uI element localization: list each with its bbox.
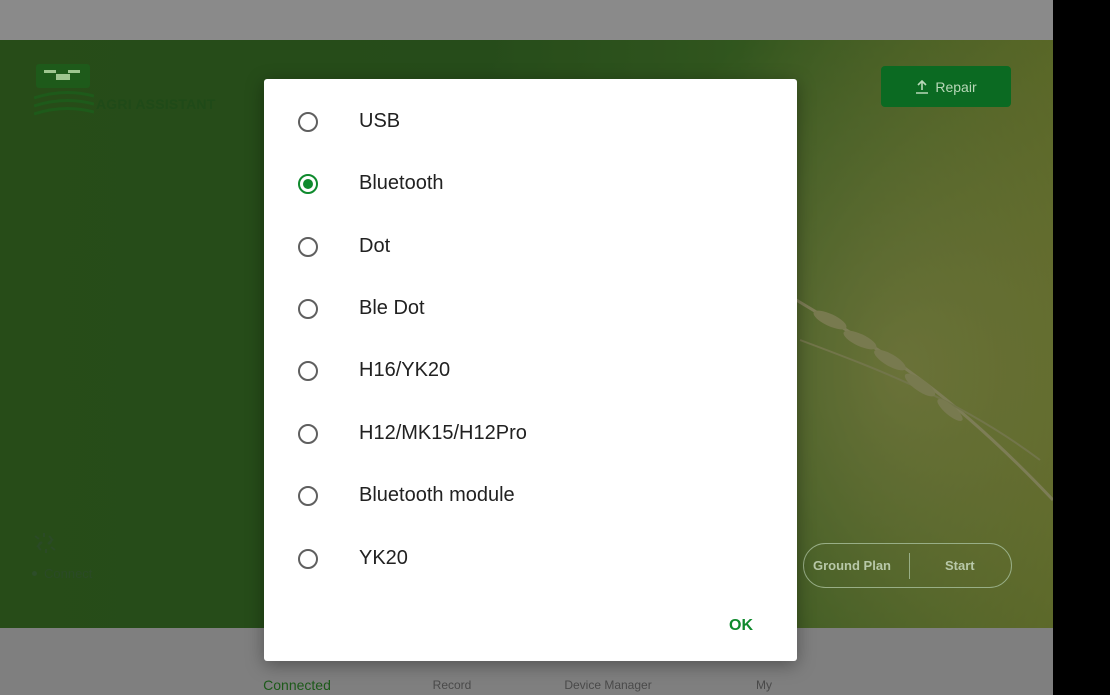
radio-button[interactable] [298,112,318,132]
nav-device-manager-label: Device Manager [564,678,652,692]
connect-status[interactable]: Connect [32,530,92,581]
option-label: Dot [359,235,391,257]
ok-button[interactable]: OK [716,611,766,641]
option-label: Bluetooth [359,172,444,194]
option-bluetooth[interactable]: Bluetooth [264,154,797,214]
radio-button[interactable] [298,237,318,257]
option-h16-yk20[interactable]: H16/YK20 [264,341,797,401]
option-ble-dot[interactable]: Ble Dot [264,279,797,339]
radio-button[interactable] [298,486,318,506]
option-bluetooth-module[interactable]: Bluetooth module [264,466,797,526]
option-label: Bluetooth module [359,484,515,506]
drone-field-icon [33,64,95,116]
plan-controls: Ground Plan Start [803,543,1012,588]
option-label: YK20 [359,547,408,569]
upload-icon [916,79,929,94]
radio-button[interactable] [298,549,318,569]
option-label: H16/YK20 [359,359,451,381]
option-label: H12/MK15/H12Pro [359,422,527,444]
start-button[interactable]: Start [945,544,975,587]
brand-logo: AGRI ASSISTANT [33,62,234,122]
option-label: USB [359,110,401,132]
radio-button-selected[interactable] [298,174,318,194]
option-label: Ble Dot [359,297,425,319]
repair-button[interactable]: Repair [881,66,1011,107]
option-usb[interactable]: USB [264,92,797,152]
nav-my-label: My [756,678,772,692]
broken-link-icon [34,533,56,553]
option-dot[interactable]: Dot [264,217,797,277]
connect-label: Connect [44,566,93,581]
ground-plan-button[interactable]: Ground Plan [813,544,891,587]
nav-connected-label: Connected [263,677,331,693]
status-dot [32,571,37,576]
status-bar [0,0,1053,40]
radio-button[interactable] [298,424,318,444]
option-h12-mk15-h12pro[interactable]: H12/MK15/H12Pro [264,404,797,464]
option-yk20[interactable]: YK20 [264,529,797,589]
repair-label: Repair [935,78,977,95]
radio-button[interactable] [298,361,318,381]
brand-name: AGRI ASSISTANT [96,96,216,112]
nav-record-label: Record [432,678,472,692]
radio-button[interactable] [298,299,318,319]
divider [909,553,910,579]
connection-type-dialog: USB Bluetooth Dot Ble Dot H16/YK20 H12/M… [264,79,797,661]
